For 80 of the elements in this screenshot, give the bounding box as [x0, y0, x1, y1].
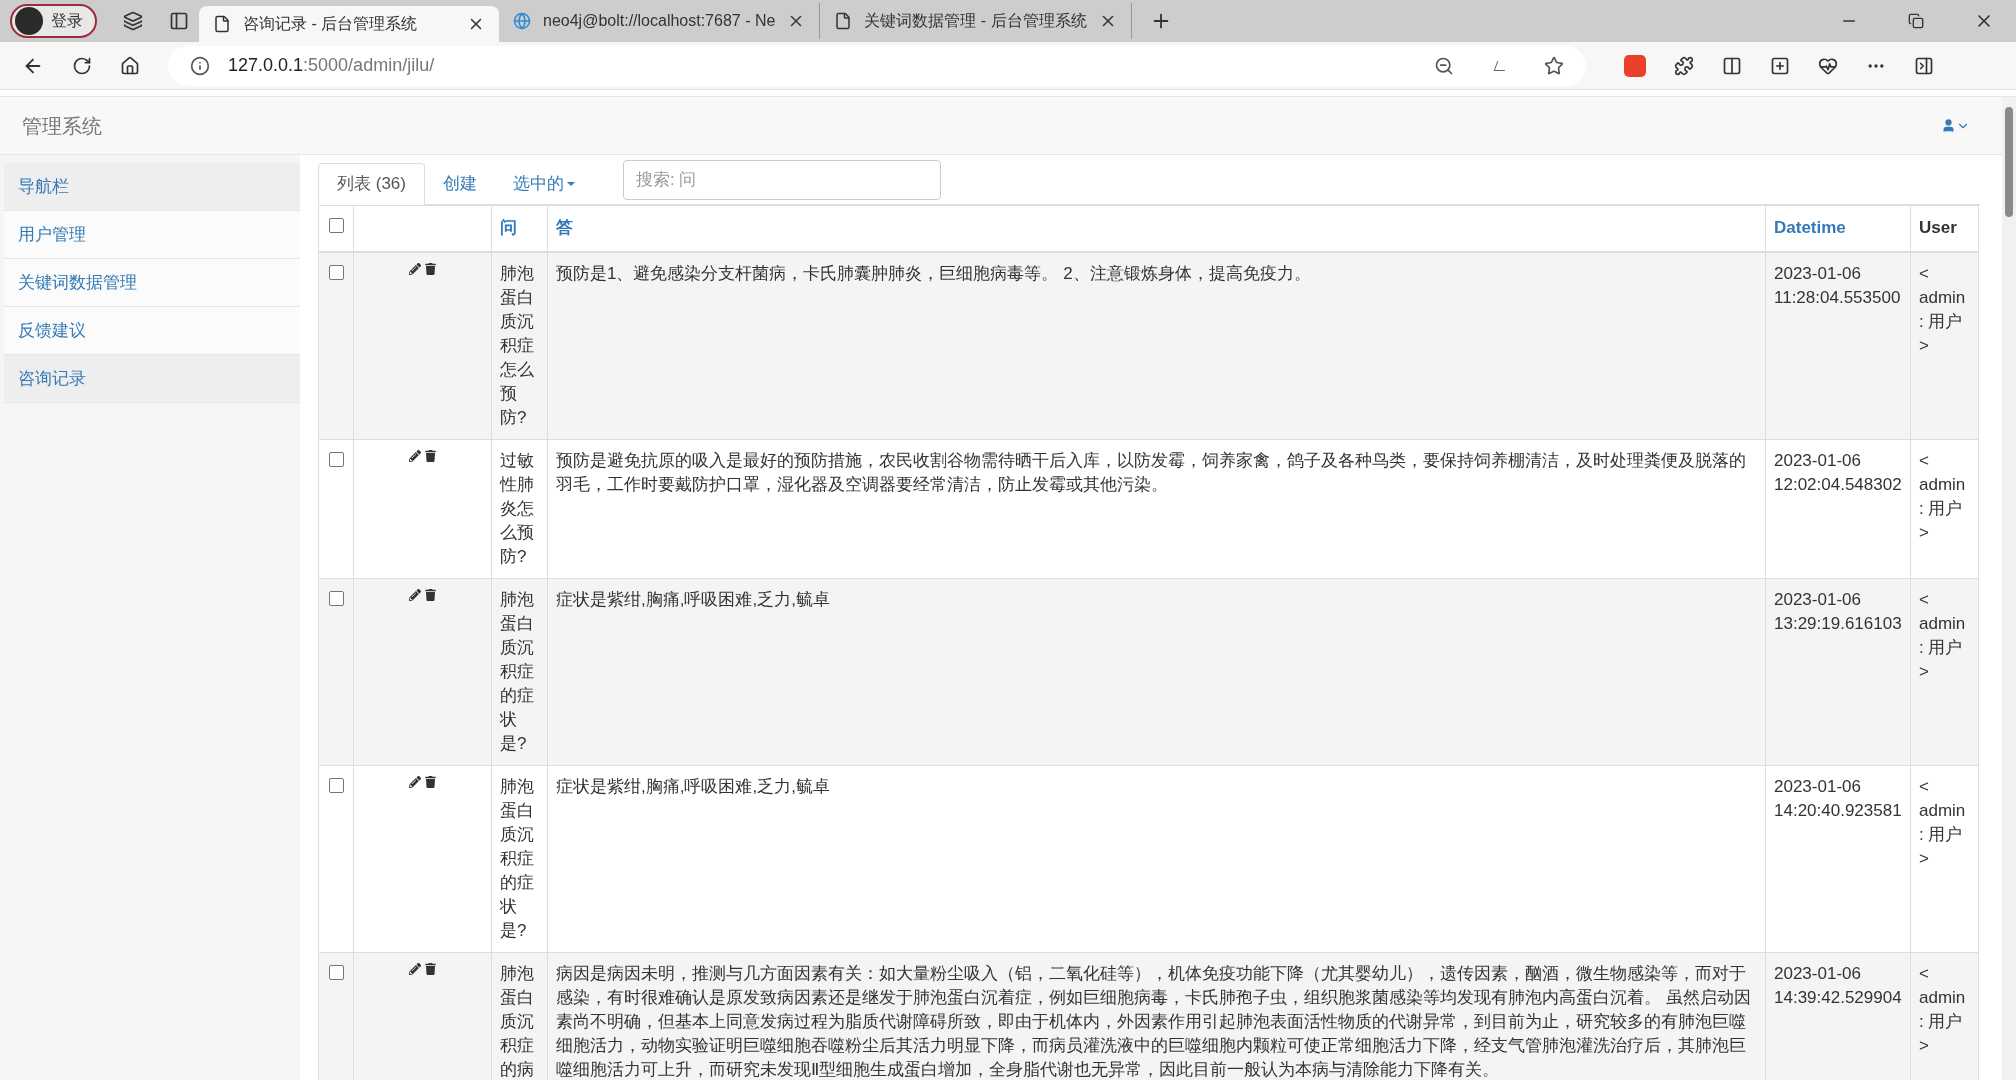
browser-tab[interactable]: neo4j@bolt://localhost:7687 - Ne	[499, 3, 821, 39]
table-cell: 肺泡蛋白质沉积症的病	[500, 963, 534, 1079]
delete-icon[interactable]	[425, 449, 436, 462]
column-header: User	[1919, 218, 1957, 238]
address-field[interactable]: 127.0.0.1:5000/admin/jilu/	[168, 45, 1586, 86]
globe-icon	[513, 12, 531, 30]
health-icon[interactable]	[1818, 55, 1838, 76]
edit-icon[interactable]	[409, 775, 421, 788]
selected-actions-dropdown[interactable]: 选中的	[494, 163, 593, 205]
edit-icon[interactable]	[409, 262, 421, 275]
table-cell: < admin : 用户 >	[1919, 963, 1966, 1055]
sort-link[interactable]: 问	[500, 218, 517, 238]
user-icon	[1941, 118, 1956, 133]
table-cell: 预防是避免抗原的吸入是最好的预防措施，农民收割谷物需待晒干后入库，以防发霉，饲养家禽，鸽子及各种鸟类，要保持饲养棚清洁，及时处理粪便及脱落的羽毛，工作时要戴防护口罩，湿化器及空调器要经常清洁，防止发霉或其他污染。	[556, 450, 1746, 494]
table-cell: 2023-01-06 11:28:04.553500	[1774, 263, 1901, 307]
reload-icon[interactable]	[72, 55, 92, 76]
sidebar-item[interactable]: 用户管理	[4, 211, 300, 259]
avatar-icon	[15, 7, 43, 35]
edit-icon[interactable]	[409, 588, 421, 601]
tab-title: neo4j@bolt://localhost:7687 - Ne	[543, 11, 776, 31]
page-icon	[213, 15, 231, 33]
table-cell: 2023-01-06 14:39:42.529904	[1774, 963, 1902, 1007]
row-checkbox[interactable]	[328, 964, 344, 980]
collections-icon[interactable]	[1770, 55, 1790, 76]
favorite-icon[interactable]	[1544, 55, 1564, 76]
table-cell: 病因是病因未明，推测与几方面因素有关：如大量粉尘吸入（铝，二氧化硅等），机体免疫功能下降（尤其婴幼儿），遗传因素，酗酒，微生物感染等，而对于感染，有时很难确认是原发致病因素还是继发于肺泡蛋白沉着症，例如巨细胞病毒，卡氏肺孢子虫，组织胞浆菌感染等均发现有肺泡内高蛋白沉着。 虽然启动因素尚不明确，但基本上同意发病过程为脂质代谢障碍所致，即由于机体内，外因素作用引起肺泡表面活性物质的代谢异常，到目前为止，研究较多的有肺泡巨噬细胞活力，动物实验证明巨噬细胞吞噬粉尘后其活力明显下降，而病员灌洗液中的巨噬细胞内颗粒可使正常细胞活力下降，经支气管肺泡灌洗治疗后，其肺泡巨噬细胞活力可上升，而研究未发现Ⅱ型细胞生成蛋白增加，全身脂代谢也无异常，因此目前一般认为本病与清除能力下降有关。	[556, 963, 1751, 1079]
edit-icon[interactable]	[409, 449, 421, 462]
search-field[interactable]: 搜索: 问	[622, 159, 941, 200]
browser-tab[interactable]: 咨询记录 - 后台管理系统	[199, 6, 499, 42]
delete-icon[interactable]	[425, 775, 436, 788]
sidebar-item[interactable]: 关键词数据管理	[4, 259, 300, 307]
info-icon	[190, 55, 210, 76]
page-icon	[834, 12, 853, 30]
split-screen-icon[interactable]	[1722, 55, 1742, 76]
tab-title: 咨询记录 - 后台管理系统	[243, 14, 419, 34]
delete-icon[interactable]	[425, 962, 436, 975]
browser-tab[interactable]: 关键词数据管理 - 后台管理系统	[820, 3, 1132, 39]
user-menu[interactable]	[1941, 118, 1970, 133]
sidebar-icon[interactable]	[1914, 55, 1934, 76]
extensions-icon[interactable]	[1674, 55, 1694, 76]
table-cell: 预防是1、避免感染分支杆菌病，卡氏肺囊肿肺炎，巨细胞病毒等。 2、注意锻炼身体，提高免疫力。	[556, 263, 1311, 283]
tab-actions-icon[interactable]	[169, 11, 189, 31]
table-cell: < admin : 用户 >	[1919, 450, 1966, 542]
edit-icon[interactable]	[409, 962, 421, 975]
delete-icon[interactable]	[425, 588, 436, 601]
row-checkbox[interactable]	[328, 451, 344, 467]
table-cell: < admin : 用户 >	[1919, 263, 1966, 355]
table-cell: < admin : 用户 >	[1919, 776, 1966, 868]
table-cell: 2023-01-06 14:20:40.923581	[1774, 776, 1902, 820]
caret-icon	[566, 182, 575, 186]
table-cell: 肺泡蛋白质沉积症的症状是?	[500, 589, 534, 753]
workspaces-icon[interactable]	[123, 11, 143, 31]
profile-button[interactable]: 登录	[10, 4, 97, 38]
table-cell: 过敏性肺炎怎么预防?	[500, 450, 534, 566]
table-cell: 肺泡蛋白质沉积症怎么预防?	[500, 263, 534, 427]
table-cell: 肺泡蛋白质沉积症的症状是?	[500, 776, 534, 940]
sidebar-item[interactable]: 咨询记录	[4, 355, 300, 403]
table-cell: 2023-01-06 13:29:19.616103	[1774, 589, 1902, 633]
table-cell: 症状是紫绀,胸痛,呼吸困难,乏力,毓卓	[556, 589, 830, 609]
row-checkbox[interactable]	[328, 590, 344, 606]
video-icon[interactable]	[1624, 54, 1646, 77]
restore-icon[interactable]	[1908, 13, 1924, 29]
home-icon[interactable]	[120, 55, 140, 76]
zoom-icon[interactable]	[1434, 55, 1454, 76]
list-tab[interactable]: 列表 (36)	[318, 163, 425, 205]
sidebar-header: 导航栏	[4, 163, 300, 211]
row-checkbox[interactable]	[328, 264, 344, 280]
brand-title[interactable]: 管理系统	[22, 110, 1941, 141]
table-cell: < admin : 用户 >	[1919, 589, 1966, 681]
sort-link[interactable]: 答	[556, 218, 573, 238]
delete-icon[interactable]	[425, 262, 436, 275]
list-tab[interactable]: 创建	[424, 163, 495, 205]
url-text: 127.0.0.1:5000/admin/jilu/	[228, 54, 436, 77]
scrollbar[interactable]	[2002, 97, 2016, 1080]
row-checkbox[interactable]	[328, 218, 344, 234]
table-cell: 2023-01-06 12:02:04.548302	[1774, 450, 1902, 494]
row-checkbox[interactable]	[328, 777, 344, 793]
tab-title: 关键词数据管理 - 后台管理系统	[864, 11, 1087, 31]
sidebar-item[interactable]: 反馈建议	[4, 307, 300, 355]
table-cell: 症状是紫绀,胸痛,呼吸困难,乏力,毓卓	[556, 776, 830, 796]
